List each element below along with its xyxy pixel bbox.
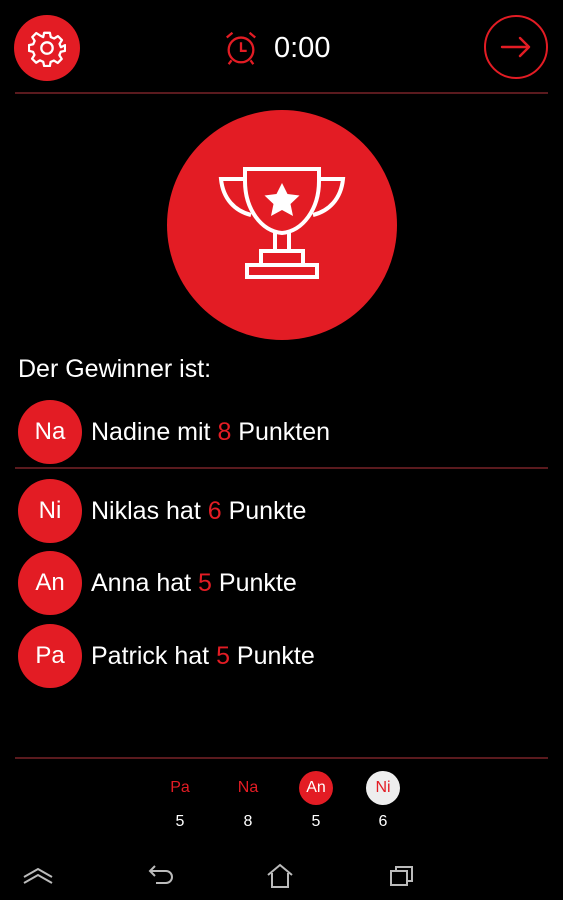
player-text: Patrick hat 5 Punkte [91, 642, 315, 671]
scoreboard-initials: An [299, 771, 333, 805]
scoreboard-initials: Pa [170, 779, 190, 796]
alarm-clock-icon [226, 31, 256, 65]
player-row: Pa Patrick hat 5 Punkte [18, 624, 315, 688]
settings-button[interactable] [14, 15, 80, 81]
scoreboard-score: 6 [378, 813, 388, 830]
player-name: Anna [91, 568, 150, 597]
player-name: Patrick [91, 641, 168, 670]
points: 5 [198, 568, 212, 597]
scoreboard-score: 8 [243, 813, 253, 830]
winner-divider [15, 467, 548, 469]
scoreboard-entry[interactable]: Pa 5 [160, 771, 200, 831]
scoreboard-score: 5 [311, 813, 321, 830]
avatar: An [18, 551, 82, 615]
scoreboard-initials: Ni [366, 771, 400, 805]
player-row: An Anna hat 5 Punkte [18, 551, 297, 615]
header-divider [15, 92, 548, 94]
points: 5 [216, 641, 230, 670]
player-text: Niklas hat 6 Punkte [91, 497, 306, 526]
avatar: Na [18, 400, 82, 464]
avatar: Pa [18, 624, 82, 688]
back-icon[interactable] [141, 860, 181, 892]
connector: hat [149, 568, 199, 597]
points: 6 [207, 496, 222, 525]
recent-apps-up-icon[interactable] [18, 860, 58, 892]
timer: 0:00 [222, 26, 330, 70]
arrow-right-icon [500, 36, 531, 58]
points-suffix: Punkte [229, 641, 315, 670]
player-row: Ni Niklas hat 6 Punkte [18, 479, 306, 543]
scoreboard-divider [15, 757, 548, 759]
points-suffix: Punkte [221, 496, 307, 525]
scoreboard-entry[interactable]: Na 8 [228, 771, 268, 831]
trophy-star-icon [218, 167, 346, 279]
scoreboard-entry[interactable]: An 5 [296, 771, 336, 831]
points-suffix: Punkten [231, 417, 331, 446]
recents-icon[interactable] [382, 860, 422, 892]
timer-value: 0:00 [274, 31, 331, 64]
winner-heading: Der Gewinner ist: [18, 355, 212, 383]
system-nav-bar [0, 850, 563, 900]
player-text: Anna hat 5 Punkte [91, 569, 297, 598]
player-name: Nadine [91, 417, 171, 446]
connector: hat [159, 496, 208, 525]
avatar: Ni [18, 479, 82, 543]
winner-row: Na Nadine mit 8 Punkten [18, 400, 330, 464]
scoreboard-score: 5 [175, 813, 185, 830]
scoreboard-entry[interactable]: Ni 6 [363, 771, 403, 831]
trophy-badge [167, 110, 397, 340]
points-suffix: Punkte [211, 568, 297, 597]
player-name: Niklas [91, 496, 160, 525]
connector: hat [167, 641, 217, 670]
winner-text: Nadine mit 8 Punkten [91, 418, 330, 447]
points: 8 [217, 417, 232, 446]
home-icon[interactable] [260, 860, 300, 892]
scoreboard-initials: Na [237, 779, 259, 796]
gear-icon [28, 31, 66, 67]
next-button[interactable] [484, 15, 548, 79]
connector: mit [170, 417, 218, 446]
